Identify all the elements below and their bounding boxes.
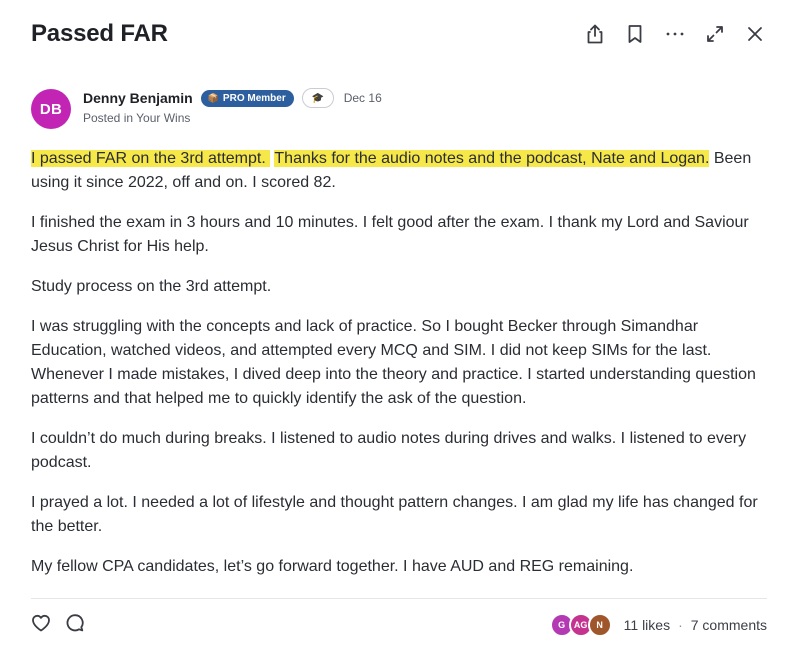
close-icon[interactable] [744, 22, 766, 46]
author-header: DB Denny Benjamin 📦 PRO Member 🎓 Dec 16 … [31, 87, 382, 129]
box-icon: 📦 [207, 92, 219, 103]
post-toolbar [584, 22, 766, 46]
liker-avatars[interactable]: G AG N [549, 613, 612, 637]
badge-label: PRO Member [222, 92, 286, 104]
highlighted-text: Thanks for the audio notes and the podca… [274, 150, 710, 167]
expand-icon[interactable] [704, 22, 726, 46]
pro-member-badge: 📦 PRO Member [200, 89, 294, 107]
avatar[interactable]: DB [31, 89, 71, 129]
posted-in[interactable]: Posted in Your Wins [83, 111, 382, 125]
share-icon[interactable] [584, 22, 606, 46]
post-footer: G AG N 11 likes · 7 comments [31, 612, 767, 638]
liker-avatar: N [587, 613, 612, 637]
graduation-cap-icon: 🎓 [301, 88, 334, 108]
paragraph: Study process on the 3rd attempt. [31, 278, 272, 295]
divider [31, 598, 767, 599]
paragraph: I passed FAR on the 3rd attempt. Thanks … [31, 147, 771, 195]
paragraph: I prayed a lot. I needed a lot of lifest… [31, 494, 758, 535]
bookmark-icon[interactable] [624, 22, 646, 46]
paragraph: I was struggling with the concepts and l… [31, 318, 756, 407]
highlighted-text: I passed FAR on the 3rd attempt. [31, 150, 266, 167]
post-title: Passed FAR [31, 20, 168, 47]
paragraph: My fellow CPA candidates, let’s go forwa… [31, 558, 634, 575]
likes-count[interactable]: 11 likes [624, 617, 670, 633]
paragraph: I finished the exam in 3 hours and 10 mi… [31, 214, 749, 255]
separator: · [678, 617, 683, 633]
paragraph: I couldn’t do much during breaks. I list… [31, 430, 747, 471]
post-body: I passed FAR on the 3rd attempt. Thanks … [31, 147, 771, 595]
like-heart-icon[interactable] [31, 614, 51, 637]
comments-count[interactable]: 7 comments [691, 617, 767, 633]
post-date[interactable]: Dec 16 [344, 91, 382, 105]
more-options-icon[interactable] [664, 22, 686, 46]
comment-icon[interactable] [65, 613, 85, 638]
author-name[interactable]: Denny Benjamin [83, 90, 193, 106]
